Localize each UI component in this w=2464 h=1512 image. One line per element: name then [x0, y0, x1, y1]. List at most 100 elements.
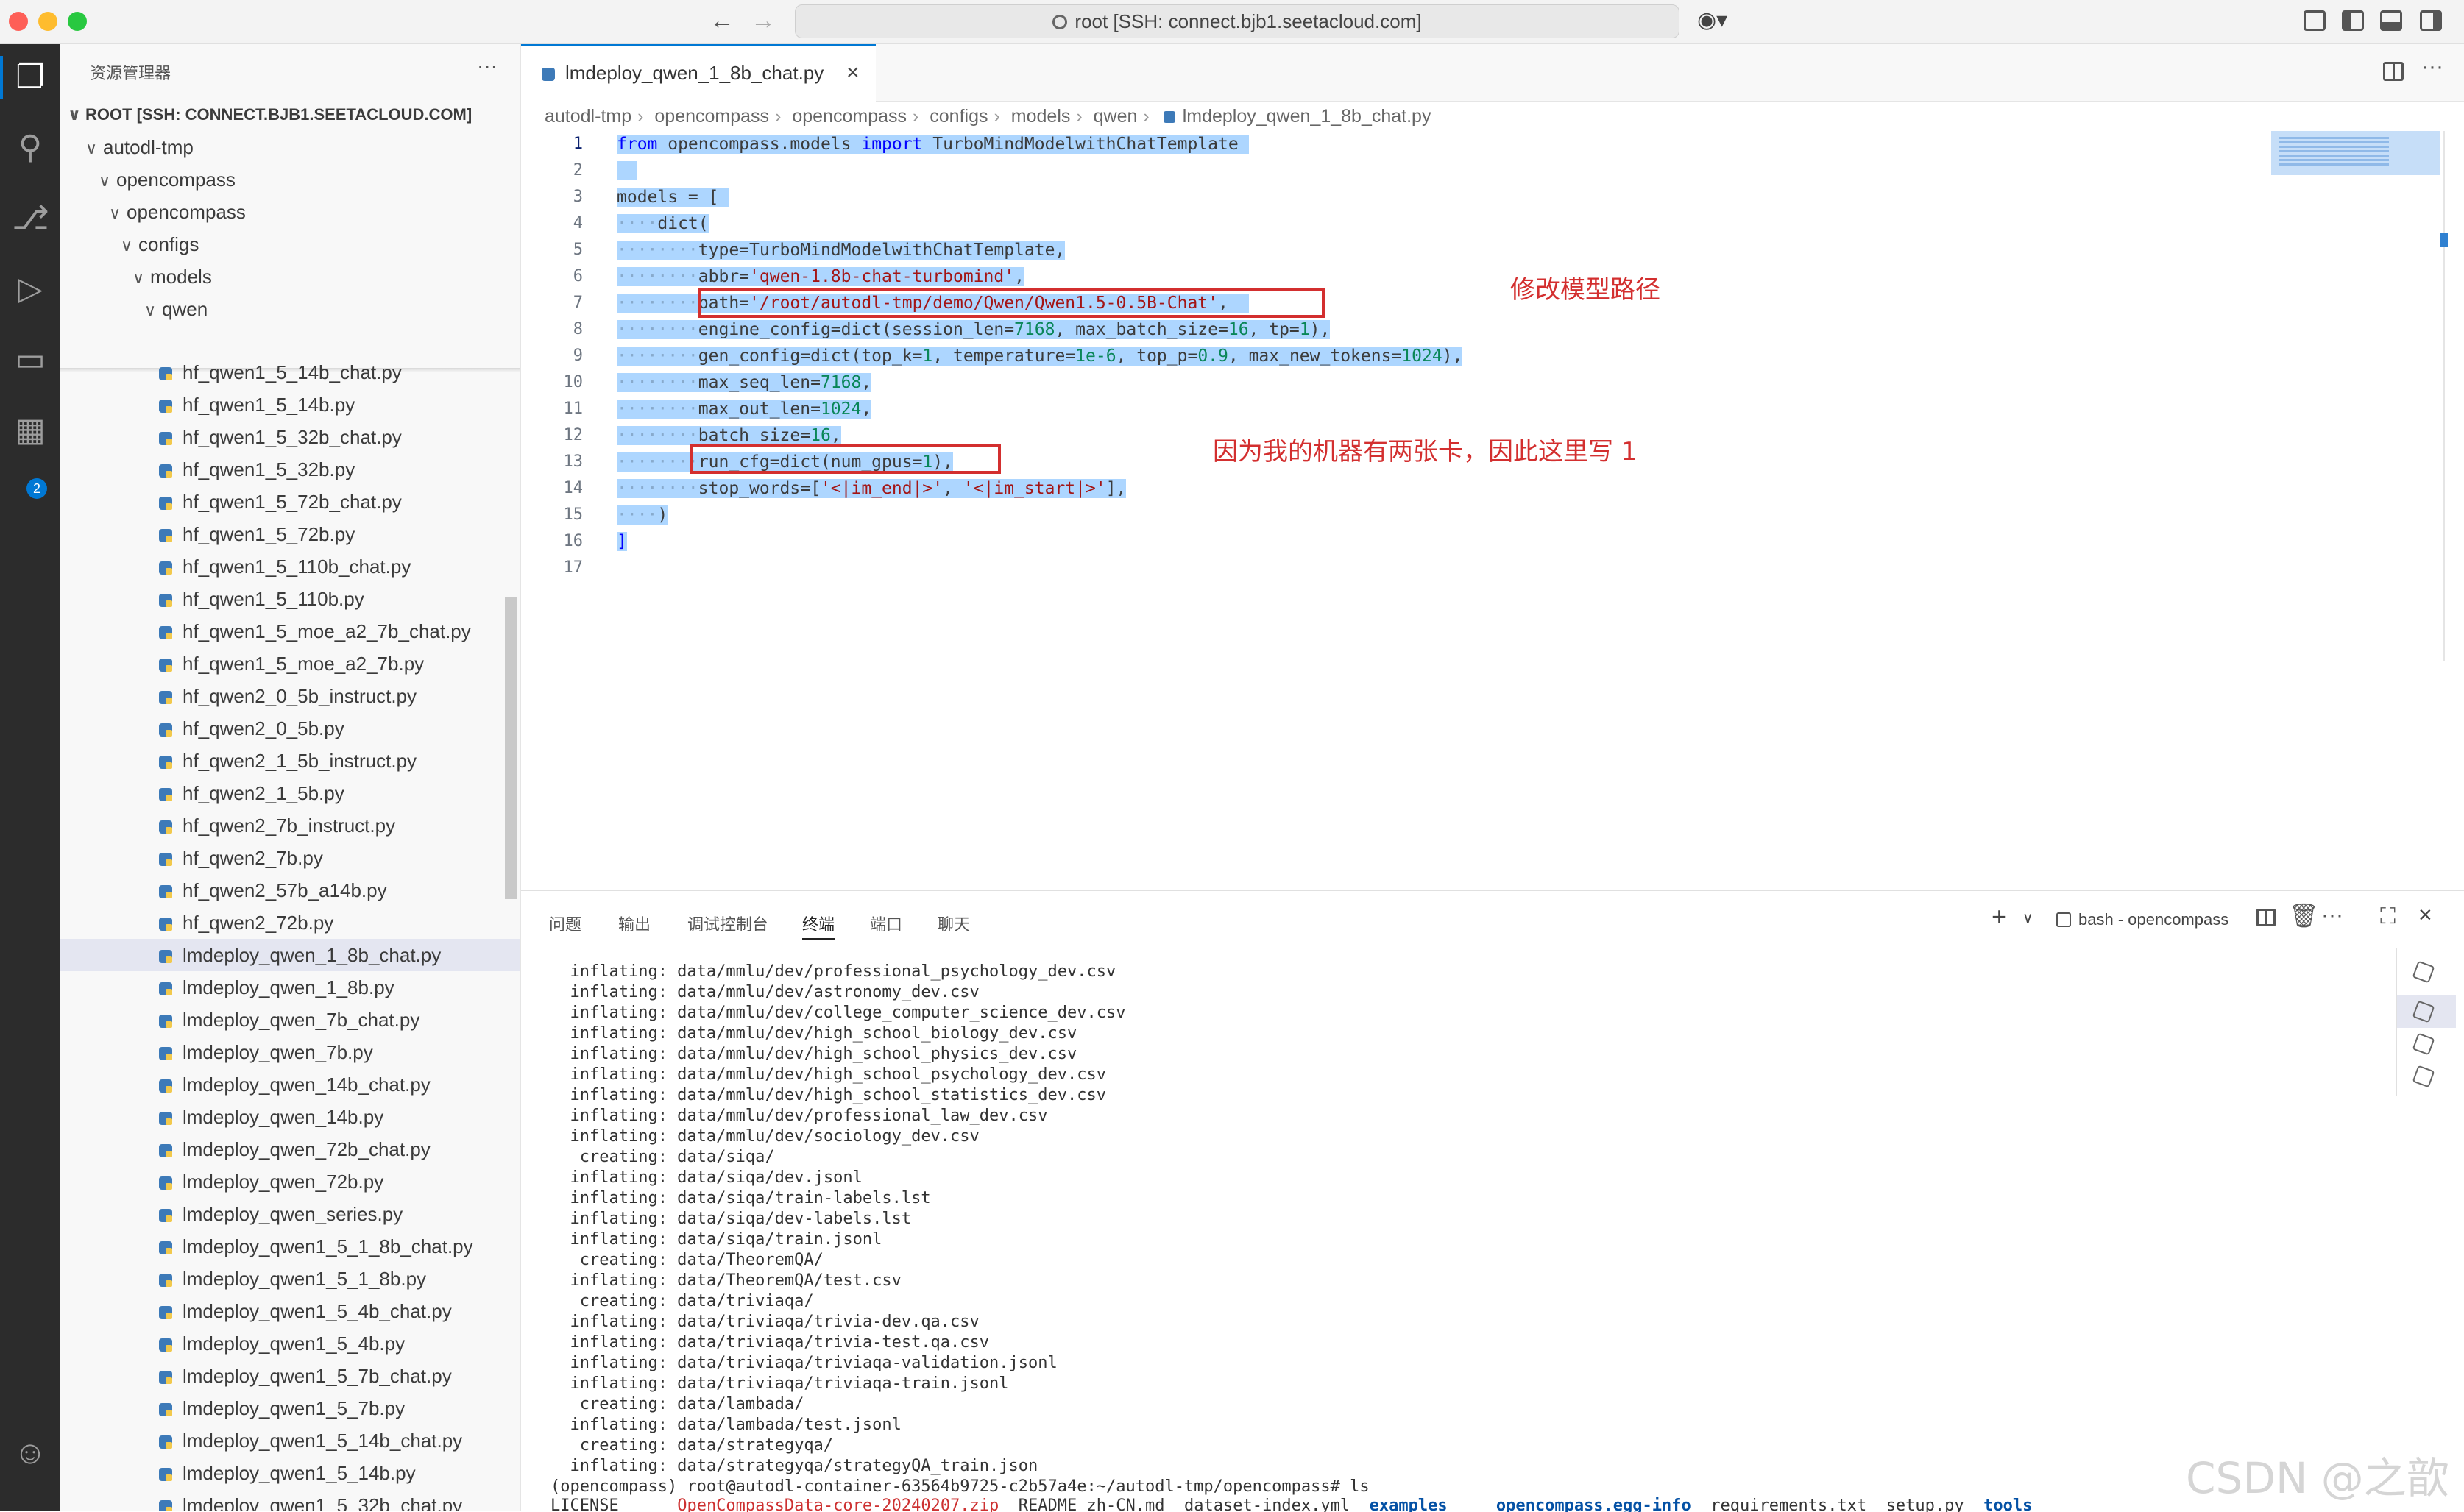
- tree-folder[interactable]: ∨ autodl-tmp: [85, 131, 194, 163]
- breadcrumb-item[interactable]: qwen: [1094, 106, 1138, 127]
- file-item[interactable]: hf_qwen2_57b_a14b.py: [60, 874, 520, 906]
- breadcrumb-item[interactable]: opencompass: [654, 106, 769, 127]
- close-icon[interactable]: ×: [846, 46, 860, 100]
- tree-folder[interactable]: ∨ configs: [121, 228, 199, 260]
- breadcrumb-item[interactable]: configs: [930, 106, 988, 127]
- window-maximize-button[interactable]: [68, 12, 87, 31]
- explorer-icon[interactable]: ❐: [0, 56, 49, 99]
- file-item[interactable]: lmdeploy_qwen_7b.py: [60, 1036, 520, 1068]
- terminal-line: creating: data/triviaqa/: [550, 1292, 814, 1310]
- more-actions-icon[interactable]: ···: [2421, 54, 2443, 79]
- more-actions-icon[interactable]: ···: [2321, 903, 2343, 928]
- file-item[interactable]: hf_qwen1_5_110b.py: [60, 583, 520, 615]
- file-item[interactable]: hf_qwen2_7b.py: [60, 842, 520, 874]
- terminal-name[interactable]: bash - opencompass: [2056, 910, 2228, 929]
- file-item[interactable]: lmdeploy_qwen1_5_4b.py: [60, 1327, 520, 1360]
- remote-explorer-icon[interactable]: ▭: [12, 341, 49, 378]
- file-item[interactable]: hf_qwen1_5_moe_a2_7b_chat.py: [60, 615, 520, 647]
- file-item[interactable]: lmdeploy_qwen_14b.py: [60, 1101, 520, 1133]
- window-minimize-button[interactable]: [38, 12, 57, 31]
- breadcrumb-item[interactable]: autodl-tmp: [545, 106, 631, 127]
- run-debug-icon[interactable]: ▷: [12, 271, 49, 308]
- toggle-primary-sidebar-icon[interactable]: [2342, 10, 2364, 31]
- terminal-tab-icon[interactable]: [2412, 960, 2435, 984]
- forward-arrow-icon[interactable]: →: [751, 6, 776, 35]
- file-item[interactable]: lmdeploy_qwen_1_8b.py: [60, 971, 520, 1004]
- file-item[interactable]: hf_qwen1_5_14b_chat.py: [60, 356, 520, 388]
- copilot-icon[interactable]: ◉▾: [1697, 7, 1727, 33]
- file-item[interactable]: hf_qwen2_1_5b_instruct.py: [60, 745, 520, 777]
- extensions-icon[interactable]: ▦: [12, 412, 49, 449]
- file-item[interactable]: lmdeploy_qwen1_5_7b.py: [60, 1392, 520, 1424]
- file-item[interactable]: lmdeploy_qwen1_5_14b.py: [60, 1457, 520, 1489]
- terminal-line: inflating: data/mmlu/dev/college_compute…: [550, 1004, 1126, 1022]
- customize-layout-icon[interactable]: [2304, 10, 2326, 31]
- panel-tab-problems[interactable]: 问题: [549, 912, 581, 935]
- file-item[interactable]: lmdeploy_qwen_7b_chat.py: [60, 1004, 520, 1036]
- file-item[interactable]: hf_qwen2_7b_instruct.py: [60, 809, 520, 842]
- source-control-icon[interactable]: ⎇: [12, 200, 49, 237]
- editor-scrollbar[interactable]: [2443, 131, 2445, 661]
- terminal-line: inflating: data/mmlu/dev/high_school_sta…: [550, 1086, 1106, 1104]
- file-item[interactable]: hf_qwen1_5_32b.py: [60, 453, 520, 486]
- toggle-secondary-sidebar-icon[interactable]: [2420, 10, 2442, 31]
- file-item[interactable]: hf_qwen1_5_72b.py: [60, 518, 520, 550]
- editor-tab-active[interactable]: lmdeploy_qwen_1_8b_chat.py ×: [521, 44, 876, 102]
- terminal-tab-icon[interactable]: [2412, 1032, 2435, 1056]
- file-item[interactable]: lmdeploy_qwen1_5_1_8b.py: [60, 1263, 520, 1295]
- terminal-tab-icon[interactable]: [2412, 1065, 2435, 1088]
- panel-tab-chat[interactable]: 聊天: [938, 912, 970, 935]
- close-icon[interactable]: ×: [2418, 901, 2432, 929]
- toggle-panel-icon[interactable]: [2380, 10, 2402, 31]
- breadcrumb-item[interactable]: opencompass: [792, 106, 907, 127]
- file-item[interactable]: hf_qwen1_5_moe_a2_7b.py: [60, 647, 520, 680]
- split-terminal-icon[interactable]: [2256, 909, 2276, 926]
- breadcrumb-item[interactable]: lmdeploy_qwen_1_8b_chat.py: [1183, 106, 1431, 127]
- search-icon[interactable]: ⚲: [12, 129, 49, 166]
- tree-root[interactable]: ∨ ROOT [SSH: CONNECT.BJB1.SEETACLOUD.COM]: [68, 99, 472, 131]
- tree-folder[interactable]: ∨ qwen: [144, 293, 208, 320]
- panel-tab-debug-console[interactable]: 调试控制台: [687, 912, 768, 935]
- file-item[interactable]: lmdeploy_qwen_series.py: [60, 1198, 520, 1230]
- file-item[interactable]: hf_qwen2_72b.py: [60, 906, 520, 939]
- terminal-line: inflating: data/strategyqa/strategyQA_tr…: [550, 1457, 1038, 1475]
- code-line: ········engine_config=dict(session_len=7…: [617, 320, 1331, 339]
- panel-tab-ports[interactable]: 端口: [870, 912, 902, 935]
- breadcrumb-item[interactable]: models: [1011, 106, 1071, 127]
- split-editor-icon[interactable]: [2383, 62, 2404, 81]
- file-item[interactable]: hf_qwen1_5_72b_chat.py: [60, 486, 520, 518]
- file-item[interactable]: hf_qwen2_0_5b_instruct.py: [60, 680, 520, 712]
- code-line: from opencompass.models import TurboMind…: [617, 131, 1249, 157]
- file-item[interactable]: lmdeploy_qwen_72b.py: [60, 1165, 520, 1198]
- file-item[interactable]: hf_qwen1_5_110b_chat.py: [60, 550, 520, 583]
- panel-tab-terminal[interactable]: 终端: [802, 912, 835, 940]
- file-item[interactable]: lmdeploy_qwen1_5_14b_chat.py: [60, 1424, 520, 1457]
- chevron-down-icon[interactable]: ∨: [2022, 909, 2033, 927]
- file-item[interactable]: lmdeploy_qwen1_5_7b_chat.py: [60, 1360, 520, 1392]
- file-item[interactable]: lmdeploy_qwen_14b_chat.py: [60, 1068, 520, 1101]
- file-item[interactable]: lmdeploy_qwen1_5_1_8b_chat.py: [60, 1230, 520, 1263]
- new-terminal-icon[interactable]: +: [1992, 901, 2007, 932]
- window-close-button[interactable]: [9, 12, 28, 31]
- editor-tab-bar: lmdeploy_qwen_1_8b_chat.py × ···: [521, 44, 2464, 102]
- more-actions-icon[interactable]: ···: [477, 54, 498, 78]
- panel-tab-output[interactable]: 输出: [618, 912, 651, 935]
- sidebar-scrollbar[interactable]: [505, 597, 517, 899]
- tree-folder[interactable]: ∨ opencompass: [109, 196, 246, 228]
- file-item[interactable]: hf_qwen2_1_5b.py: [60, 777, 520, 809]
- file-item[interactable]: hf_qwen1_5_14b.py: [60, 388, 520, 421]
- maximize-panel-icon[interactable]: ⛶: [2380, 904, 2396, 929]
- back-arrow-icon[interactable]: ←: [709, 6, 734, 35]
- terminal-output[interactable]: inflating: data/mmlu/dev/professional_ps…: [550, 962, 2170, 1512]
- file-item[interactable]: hf_qwen2_0_5b.py: [60, 712, 520, 745]
- file-item[interactable]: lmdeploy_qwen1_5_4b_chat.py: [60, 1295, 520, 1327]
- file-item[interactable]: hf_qwen1_5_32b_chat.py: [60, 421, 520, 453]
- command-center[interactable]: root [SSH: connect.bjb1.seetacloud.com]: [795, 4, 1679, 38]
- file-item-selected[interactable]: lmdeploy_qwen_1_8b_chat.py: [60, 939, 520, 971]
- tree-folder[interactable]: ∨ models: [132, 260, 212, 293]
- tree-folder[interactable]: ∨ opencompass: [99, 163, 236, 196]
- file-item[interactable]: lmdeploy_qwen1_5_32b_chat.py: [60, 1489, 520, 1511]
- trash-icon[interactable]: 🗑: [2289, 901, 2319, 929]
- account-icon[interactable]: ☺: [12, 1435, 49, 1472]
- file-item[interactable]: lmdeploy_qwen_72b_chat.py: [60, 1133, 520, 1165]
